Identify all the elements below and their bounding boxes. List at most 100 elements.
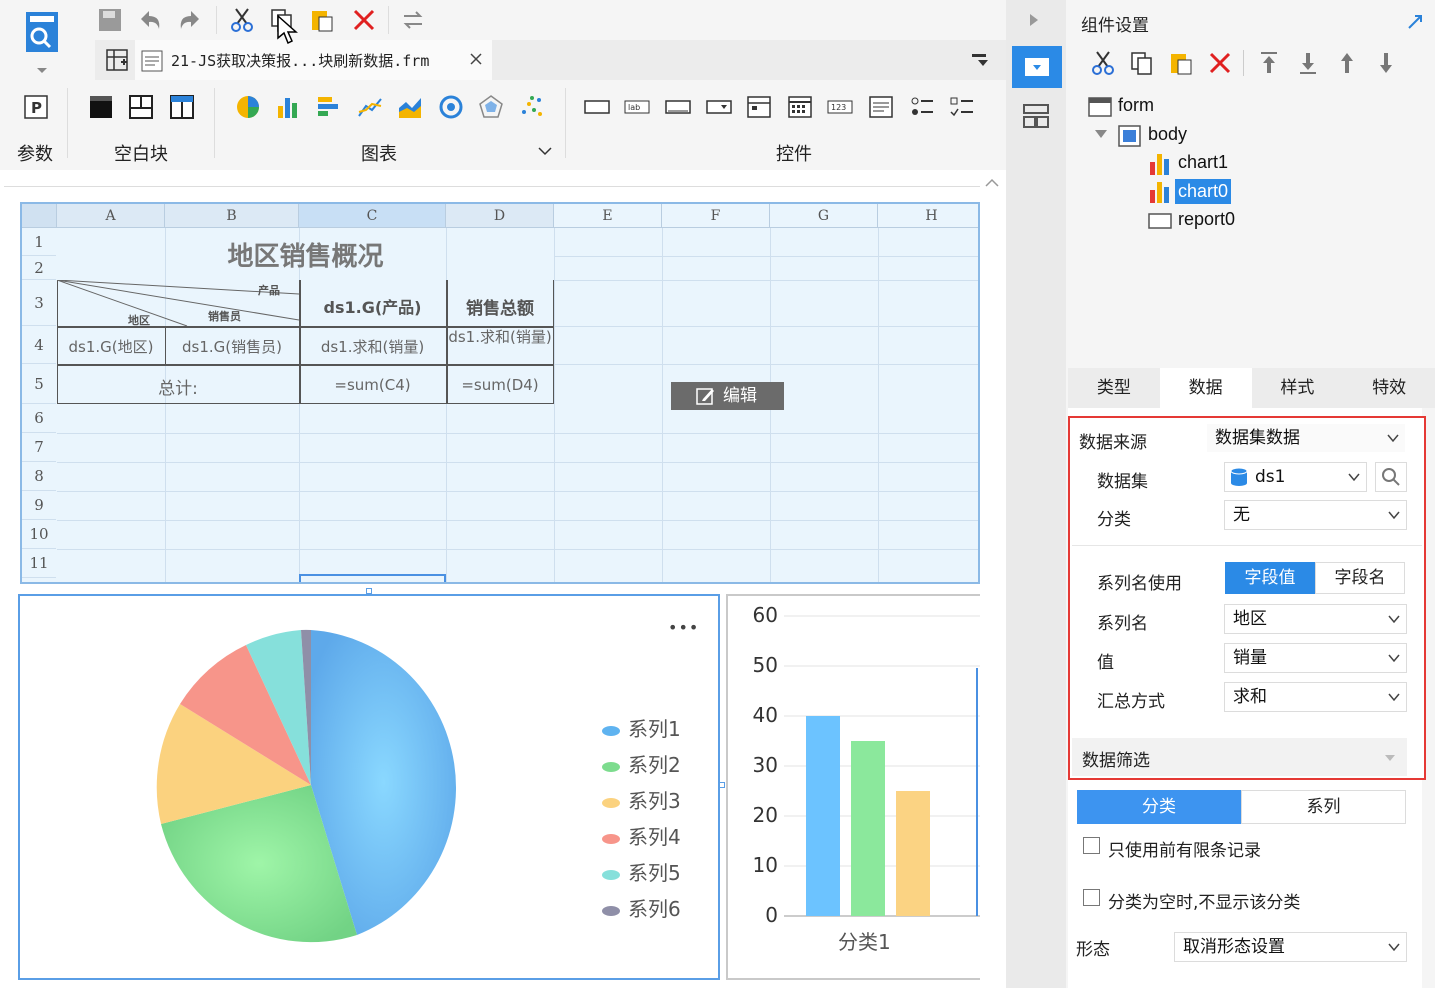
hbar-chart-icon[interactable] <box>316 94 342 120</box>
cell-c3[interactable]: ds1.G(产品) <box>299 294 446 318</box>
data-source-select[interactable]: 数据集数据 <box>1206 423 1406 453</box>
tab-type[interactable]: 类型 <box>1068 368 1160 408</box>
tree-node-report0[interactable]: report0 <box>1148 208 1348 234</box>
cell-d4[interactable]: ds1.求和(销量) <box>448 328 552 362</box>
param-icon[interactable]: P <box>23 94 49 120</box>
combobox-widget-icon[interactable] <box>706 94 732 120</box>
switch-series[interactable]: 系列 <box>1241 790 1406 824</box>
move-up-icon[interactable] <box>1334 50 1360 76</box>
bar-chart-icon[interactable] <box>275 94 301 120</box>
bar[interactable] <box>896 791 930 916</box>
cell-c5[interactable]: =sum(C4) <box>299 376 446 394</box>
paste-icon[interactable] <box>1168 50 1194 76</box>
legend-item[interactable]: 系列1 <box>602 713 681 742</box>
grid-icon[interactable] <box>105 48 129 72</box>
chevron-down-icon[interactable] <box>538 146 552 156</box>
hide-empty-checkbox[interactable] <box>1083 889 1100 906</box>
col-header[interactable]: B <box>165 204 299 228</box>
close-tab-icon[interactable] <box>469 52 483 66</box>
cut-icon[interactable] <box>1090 50 1116 76</box>
toggle-field-value[interactable]: 字段值 <box>1225 562 1315 594</box>
row-header[interactable]: 3 <box>22 280 56 326</box>
switch-category[interactable]: 分类 <box>1077 790 1241 824</box>
col-header[interactable]: C <box>299 204 446 228</box>
scroll-up-icon[interactable] <box>984 176 1000 190</box>
swap-icon[interactable] <box>400 7 426 33</box>
layout-icon[interactable] <box>1022 102 1050 130</box>
paste-icon[interactable] <box>309 7 335 33</box>
delete-icon[interactable] <box>1207 50 1233 76</box>
col-header[interactable]: D <box>446 204 554 228</box>
cell-a4[interactable]: ds1.G(地区) <box>57 336 165 357</box>
tree-node-chart0[interactable]: chart0 <box>1148 179 1348 207</box>
category-select[interactable]: 无 <box>1224 500 1407 530</box>
split-block-icon[interactable] <box>128 94 154 120</box>
textbox-widget-icon[interactable] <box>584 94 610 120</box>
save-icon[interactable] <box>97 7 123 33</box>
more-options-icon[interactable]: ••• <box>668 618 699 637</box>
move-top-icon[interactable] <box>1256 50 1282 76</box>
series-name-select[interactable]: 地区 <box>1224 604 1407 634</box>
row-header[interactable]: 9 <box>22 491 56 520</box>
summary-select[interactable]: 求和 <box>1224 682 1407 712</box>
dataset-select[interactable]: ds1 <box>1224 462 1367 492</box>
row-header[interactable]: 6 <box>22 404 56 433</box>
tree-node-chart1[interactable]: chart1 <box>1148 151 1348 177</box>
search-dataset-icon[interactable] <box>1375 462 1407 492</box>
scatter-chart-icon[interactable] <box>519 94 545 120</box>
report-title[interactable]: 地区销售概况 <box>57 236 554 273</box>
row-header[interactable]: 8 <box>22 462 56 491</box>
checkbox-group-widget-icon[interactable] <box>949 94 975 120</box>
cell-b4[interactable]: ds1.G(销售员) <box>165 336 299 357</box>
legend-item[interactable]: 系列2 <box>602 749 681 778</box>
value-select[interactable]: 销量 <box>1224 643 1407 673</box>
radio-group-widget-icon[interactable] <box>909 94 935 120</box>
row-header[interactable]: 2 <box>22 256 56 280</box>
row-header[interactable]: 7 <box>22 433 56 462</box>
col-header[interactable]: H <box>878 204 978 228</box>
tab-style[interactable]: 样式 <box>1252 368 1344 408</box>
delete-icon[interactable] <box>351 7 377 33</box>
number-widget-icon[interactable]: 123 <box>827 94 853 120</box>
label-widget-icon[interactable]: lab <box>624 94 650 120</box>
area-chart-icon[interactable] <box>397 94 423 120</box>
form-state-select[interactable]: 取消形态设置 <box>1174 932 1407 962</box>
legend-item[interactable]: 系列4 <box>602 821 681 850</box>
calendar-widget-icon[interactable] <box>787 94 813 120</box>
blank-block-icon[interactable] <box>88 94 114 120</box>
preview-icon[interactable] <box>22 10 62 74</box>
tree-node-form[interactable]: form <box>1088 94 1288 120</box>
date-widget-icon[interactable] <box>746 94 772 120</box>
cell-c4[interactable]: ds1.求和(销量) <box>299 336 446 357</box>
file-tab[interactable]: 21-JS获取决策报...块刷新数据.frm <box>135 40 492 80</box>
tab-effect[interactable]: 特效 <box>1343 368 1435 408</box>
row-header[interactable]: 11 <box>22 549 56 578</box>
textarea-widget-icon[interactable] <box>868 94 894 120</box>
radar-chart-icon[interactable] <box>478 94 504 120</box>
row-header[interactable]: 5 <box>22 364 56 404</box>
bar[interactable] <box>851 741 885 916</box>
tab-data[interactable]: 数据 <box>1159 368 1252 408</box>
cell-d5[interactable]: =sum(D4) <box>446 376 554 394</box>
col-header[interactable]: F <box>662 204 770 228</box>
cell-a5[interactable]: 总计: <box>57 374 299 399</box>
tree-node-body[interactable]: body <box>1118 123 1318 149</box>
col-header[interactable]: A <box>57 204 165 228</box>
col-header[interactable]: E <box>554 204 662 228</box>
cut-icon[interactable] <box>229 7 255 33</box>
cell-d3[interactable]: 销售总额 <box>446 294 554 319</box>
tree-expand-icon[interactable] <box>1094 128 1108 140</box>
top-n-checkbox[interactable] <box>1083 837 1100 854</box>
edit-button[interactable]: 编辑 <box>671 382 784 410</box>
col-header[interactable]: G <box>770 204 878 228</box>
data-filter-header[interactable]: 数据筛选 <box>1072 738 1407 776</box>
legend-item[interactable]: 系列6 <box>602 893 681 922</box>
move-down-icon[interactable] <box>1373 50 1399 76</box>
legend-item[interactable]: 系列5 <box>602 857 681 886</box>
tab-menu-icon[interactable] <box>970 52 990 70</box>
collapse-arrow-icon[interactable] <box>1028 12 1040 28</box>
report-block[interactable]: A B C D E F G H 1 2 3 4 5 6 7 8 9 10 11 … <box>20 202 980 584</box>
line-chart-icon[interactable] <box>357 94 383 120</box>
pie-chart-icon[interactable] <box>235 94 261 120</box>
redo-icon[interactable] <box>177 7 203 33</box>
